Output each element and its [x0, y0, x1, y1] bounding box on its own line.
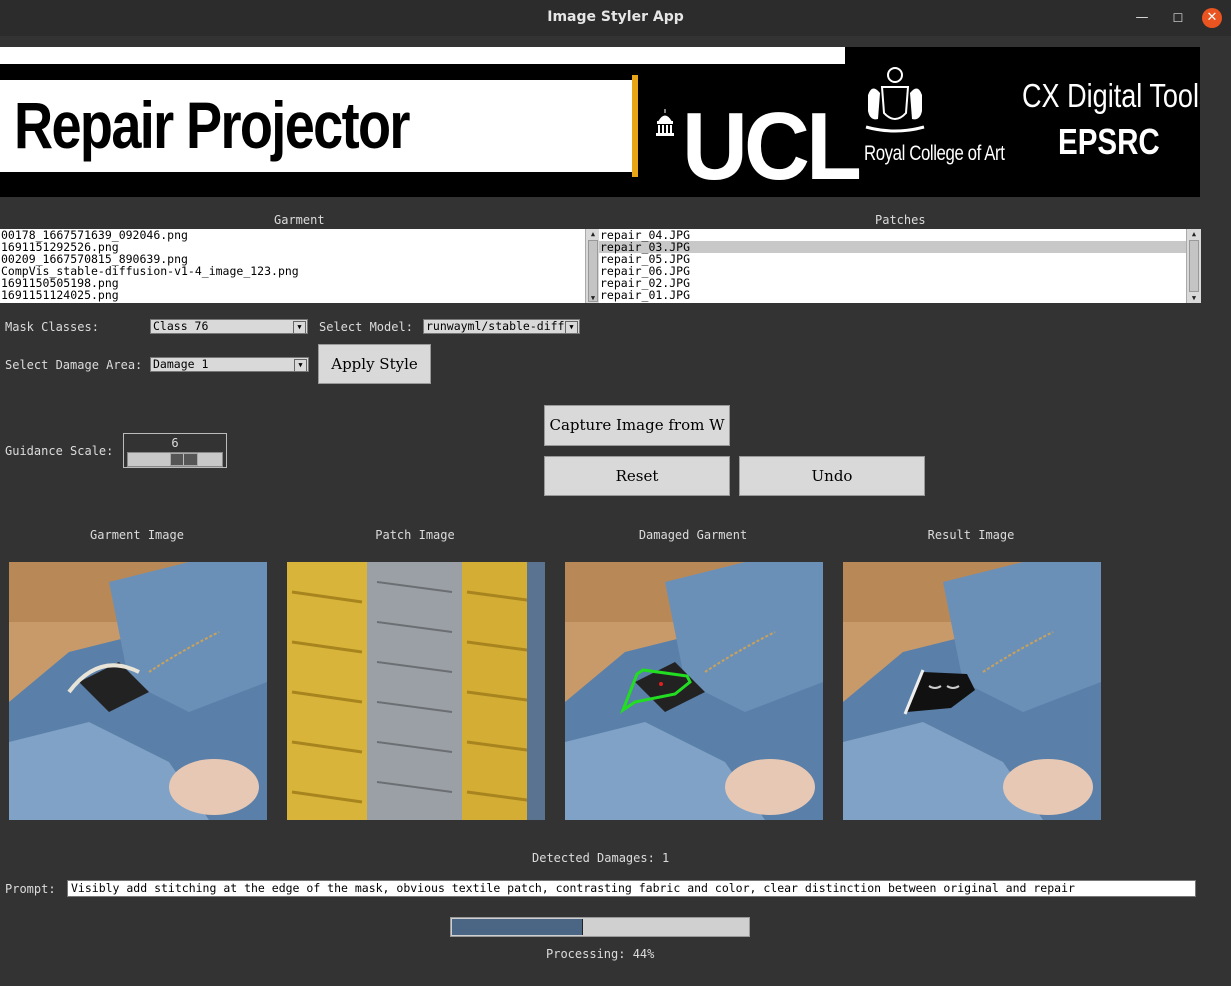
close-icon[interactable]: ✕ [1202, 8, 1222, 28]
cx-logo-line2: EPSRC [1058, 121, 1160, 162]
rca-logo: Royal College of Art [864, 142, 1005, 165]
damaged-garment-image [565, 562, 823, 820]
ucl-logo: UCL [682, 93, 862, 197]
ucl-dome-icon [656, 109, 674, 136]
window-title: Image Styler App [547, 9, 684, 25]
title-bar: Image Styler App — ☐ ✕ [0, 0, 1231, 36]
garment-image-caption: Garment Image [90, 528, 184, 542]
damaged-garment-caption: Damaged Garment [638, 528, 748, 542]
patches-scrollbar[interactable]: ▲ ▼ [1186, 229, 1201, 303]
progress-label: Processing: 44% [546, 947, 655, 961]
slider-trough[interactable] [127, 452, 223, 467]
slider-handle[interactable] [170, 453, 198, 466]
patches-label: Patches [875, 213, 926, 227]
crest-icon [865, 67, 925, 133]
chevron-down-icon[interactable]: ▼ [293, 321, 306, 333]
mask-classes-value: Class 76 [153, 319, 209, 333]
list-item[interactable]: repair_01.JPG [599, 289, 1186, 301]
mask-classes-label: Mask Classes: [5, 320, 99, 334]
list-item[interactable]: 1691151124025.png [0, 289, 585, 301]
select-model-dropdown[interactable]: runwayml/stable-diff ▼ [423, 319, 580, 334]
maximize-icon[interactable]: ☐ [1168, 8, 1188, 28]
damage-area-dropdown[interactable]: Damage 1 ▼ [150, 357, 309, 372]
detected-damages-label: Detected Damages: 1 [532, 851, 670, 865]
guidance-scale-slider[interactable]: 6 [123, 433, 227, 468]
prompt-input[interactable]: Visibly add stitching at the edge of the… [67, 880, 1196, 897]
minimize-icon[interactable]: — [1132, 8, 1152, 28]
undo-button[interactable]: Undo [739, 456, 925, 496]
patch-image [287, 562, 545, 820]
cx-logo-line1: CX Digital Tools [1022, 77, 1200, 114]
guidance-scale-label: Guidance Scale: [5, 444, 114, 458]
capture-image-button[interactable]: Capture Image from W [544, 405, 730, 446]
scroll-down-icon[interactable]: ▼ [586, 293, 600, 303]
banner-logo: Repair Projector UCL Royal College of Ar… [0, 47, 1200, 197]
progress-bar [450, 917, 750, 937]
progress-fill [452, 919, 583, 935]
chevron-down-icon[interactable]: ▼ [294, 359, 307, 371]
reset-button[interactable]: Reset [544, 456, 730, 496]
scroll-up-icon[interactable]: ▲ [1187, 229, 1201, 239]
guidance-scale-value: 6 [171, 436, 179, 450]
patches-listbox[interactable]: repair_04.JPG repair_03.JPG repair_05.JP… [599, 229, 1186, 303]
chevron-down-icon[interactable]: ▼ [565, 321, 578, 333]
damage-area-value: Damage 1 [153, 357, 209, 371]
scroll-up-icon[interactable]: ▲ [586, 229, 600, 239]
damage-area-label: Select Damage Area: [5, 358, 143, 372]
patch-image-caption: Patch Image [375, 528, 455, 542]
result-image-caption: Result Image [927, 528, 1015, 542]
garment-image [9, 562, 267, 820]
garment-listbox[interactable]: 00178_1667571639_092046.png 169115129252… [0, 229, 585, 303]
apply-style-button[interactable]: Apply Style [318, 344, 431, 384]
garment-label: Garment [274, 213, 325, 227]
garment-scrollbar[interactable]: ▲ ▼ [585, 229, 600, 303]
result-image [843, 562, 1101, 820]
select-model-value: runwayml/stable-diff [426, 319, 565, 333]
mask-classes-dropdown[interactable]: Class 76 ▼ [150, 319, 308, 334]
select-model-label: Select Model: [319, 320, 413, 334]
prompt-label: Prompt: [5, 882, 56, 896]
scroll-down-icon[interactable]: ▼ [1187, 293, 1201, 303]
banner-title: Repair Projector [14, 88, 410, 162]
scroll-thumb[interactable] [1189, 240, 1199, 292]
